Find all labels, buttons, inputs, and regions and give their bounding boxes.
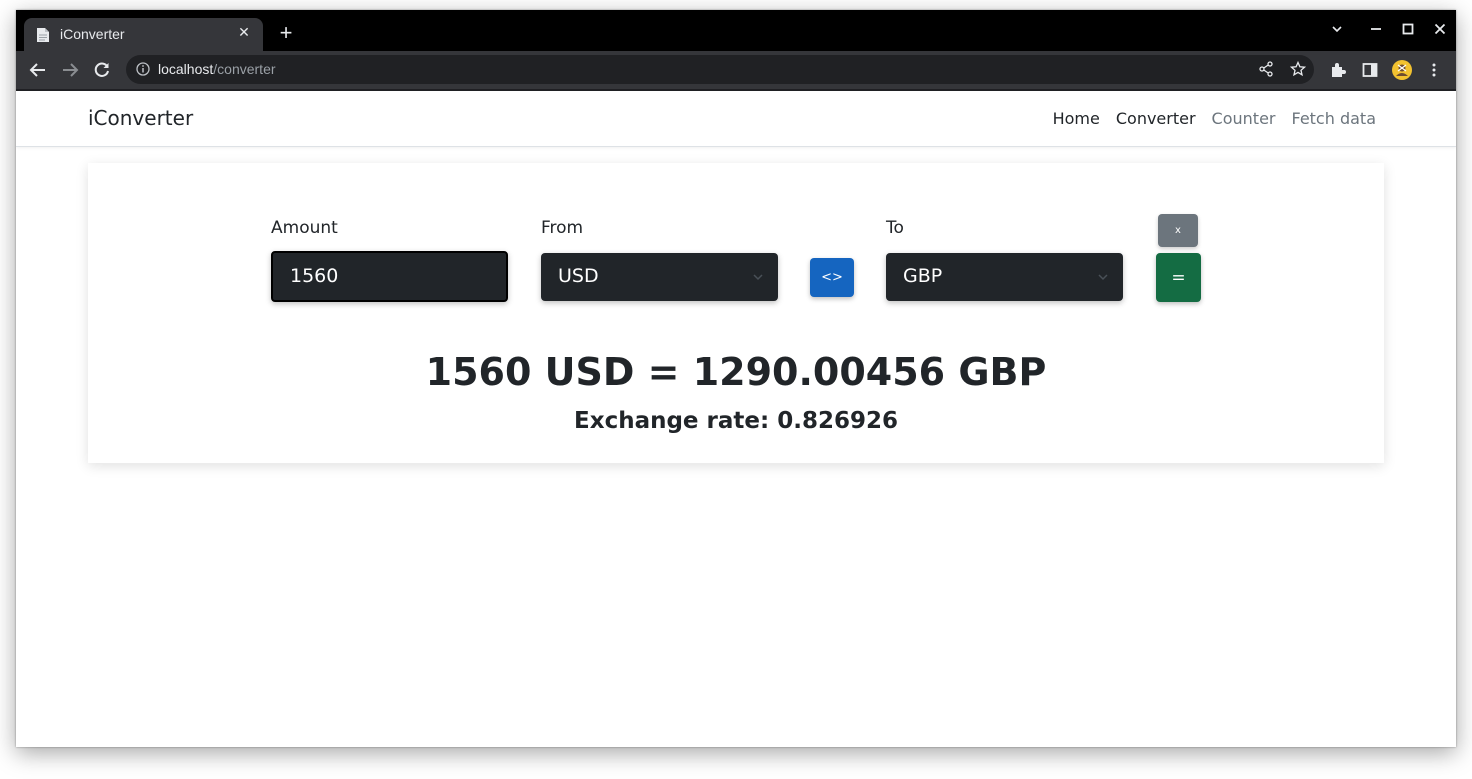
forward-icon[interactable] — [58, 58, 82, 82]
tab-iconverter[interactable]: iConverter ✕ — [24, 18, 263, 51]
tab-close-icon[interactable]: ✕ — [235, 24, 253, 42]
url-path: /converter — [213, 61, 276, 77]
site-info-icon[interactable] — [136, 62, 150, 76]
swap-currencies-button[interactable]: <> — [810, 258, 854, 297]
close-window-icon[interactable] — [1429, 20, 1451, 42]
chevron-down-icon — [1098, 274, 1108, 281]
converter-card: Amount 1560 From USD <> To GBP x = 1560 … — [88, 163, 1384, 463]
to-currency-select[interactable]: GBP — [886, 253, 1123, 301]
url-text: localhost/converter — [158, 61, 276, 77]
tab-title: iConverter — [60, 26, 125, 42]
conversion-result: 1560 USD = 1290.00456 GBP — [425, 350, 1047, 394]
new-tab-button[interactable]: + — [275, 22, 297, 44]
amount-label: Amount — [271, 218, 338, 238]
browser-window: iConverter ✕ + localhost/converter iConv… — [16, 10, 1456, 747]
maximize-icon[interactable] — [1397, 20, 1419, 42]
page-content: iConverter Home Converter Counter Fetch … — [16, 91, 1456, 747]
minimize-icon[interactable] — [1365, 20, 1387, 42]
convert-button[interactable]: = — [1156, 253, 1201, 302]
from-currency-value: USD — [558, 265, 599, 287]
from-currency-select[interactable]: USD — [541, 253, 778, 301]
tab-strip: iConverter ✕ + — [16, 10, 1456, 51]
profile-avatar[interactable] — [1390, 58, 1414, 82]
from-label: From — [541, 218, 584, 238]
tab-search-icon[interactable] — [1326, 20, 1348, 42]
share-icon[interactable] — [1254, 57, 1278, 81]
browser-menu-icon[interactable] — [1422, 58, 1446, 82]
url-host: localhost — [158, 61, 214, 77]
nav-link-converter[interactable]: Converter — [1116, 109, 1196, 128]
to-currency-value: GBP — [903, 265, 943, 287]
address-bar[interactable]: localhost/converter — [126, 55, 1314, 84]
browser-toolbar: localhost/converter — [16, 51, 1456, 89]
navbar-brand[interactable]: iConverter — [88, 106, 193, 130]
exchange-rate: Exchange rate: 0.826926 — [574, 408, 898, 434]
back-icon[interactable] — [26, 58, 50, 82]
nav-link-counter[interactable]: Counter — [1212, 109, 1276, 128]
page-icon — [37, 28, 49, 42]
chevron-down-icon — [753, 274, 763, 281]
nav-link-fetch-data[interactable]: Fetch data — [1291, 109, 1376, 128]
nav-links: Home Converter Counter Fetch data — [1053, 109, 1376, 128]
app-navbar: iConverter Home Converter Counter Fetch … — [16, 91, 1456, 147]
amount-value: 1560 — [290, 265, 339, 287]
amount-input[interactable]: 1560 — [271, 251, 508, 302]
to-label: To — [886, 218, 904, 238]
nav-link-home[interactable]: Home — [1053, 109, 1100, 128]
reload-icon[interactable] — [90, 58, 114, 82]
bookmark-star-icon[interactable] — [1286, 57, 1310, 81]
side-panel-icon[interactable] — [1358, 58, 1382, 82]
extensions-icon[interactable] — [1326, 58, 1350, 82]
clear-button[interactable]: x — [1158, 214, 1198, 247]
